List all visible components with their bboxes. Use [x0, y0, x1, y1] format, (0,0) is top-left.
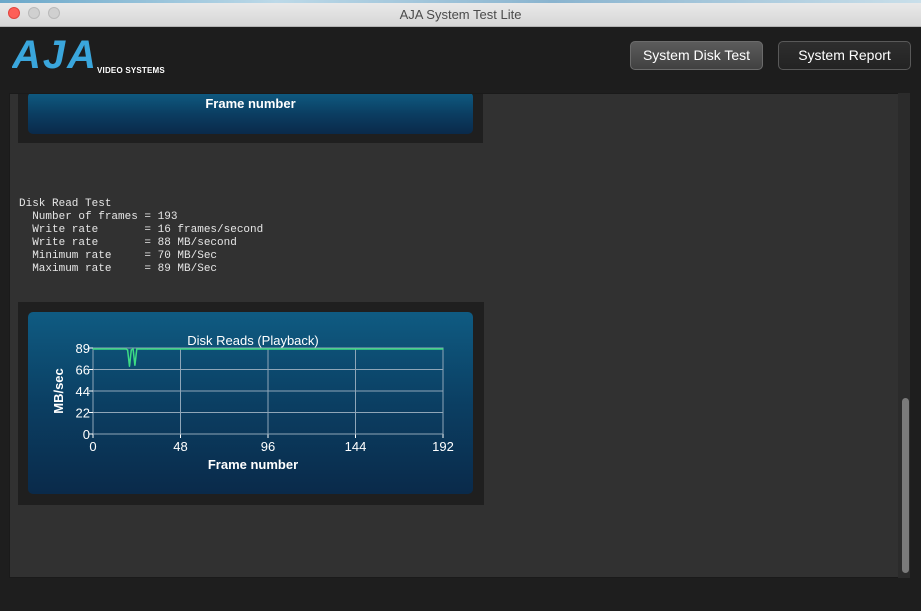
y-tick-label: 0: [83, 427, 90, 442]
report-line: Write rate = 16 frames/second: [19, 224, 264, 236]
app-window: AJA System Test Lite AJA VIDEO SYSTEMS S…: [0, 0, 921, 611]
report-line: Minimum rate = 70 MB/Sec: [19, 250, 218, 262]
read-chart-frame: Disk Reads (Playback) 0 48 96 144 192 89 66 44 22…: [18, 302, 484, 505]
read-chart: Disk Reads (Playback) 0 48 96 144 192 89 66 44 22…: [51, 333, 454, 472]
report-line: Number of frames = 193: [19, 211, 178, 223]
y-tick-label: 22: [76, 406, 90, 421]
results-scroll-area[interactable]: Frame number Disk Read Test Number of fr…: [9, 93, 910, 578]
data-point: [134, 364, 136, 366]
data-point: [92, 348, 94, 350]
scrollbar-thumb[interactable]: [902, 398, 909, 573]
x-tick-label: 192: [432, 439, 454, 454]
data-point: [442, 348, 444, 350]
x-axis-label: Frame number: [208, 457, 298, 472]
y-tick-label: 66: [76, 363, 90, 378]
data-point: [128, 365, 131, 367]
report-line: Write rate = 88 MB/second: [19, 237, 237, 249]
x-tick-label: 0: [89, 439, 96, 454]
y-tick-label: 89: [76, 341, 90, 356]
write-chart-x-label: Frame number: [205, 96, 296, 111]
system-disk-test-button[interactable]: System Disk Test: [630, 41, 763, 70]
data-point: [179, 348, 182, 350]
report-line: Maximum rate = 89 MB/Sec: [19, 263, 218, 275]
data-point: [130, 349, 132, 351]
y-tick-label: 44: [76, 384, 90, 399]
read-chart-panel: Disk Reads (Playback) 0 48 96 144 192 89 66 44 22…: [28, 312, 473, 494]
data-point: [267, 348, 269, 350]
x-tick-label: 96: [261, 439, 275, 454]
aja-logo-text: AJA: [12, 34, 98, 77]
x-tick-label: 144: [345, 439, 367, 454]
y-axis-label: MB/sec: [51, 368, 66, 414]
data-point: [132, 348, 134, 350]
x-tick-label: 48: [173, 439, 187, 454]
app-header: AJA VIDEO SYSTEMS System Disk Test Syste…: [0, 28, 921, 90]
data-point: [110, 348, 112, 350]
data-point: [147, 348, 149, 350]
write-chart-frame: Frame number: [18, 94, 483, 143]
report-title: Disk Read Test: [19, 198, 112, 210]
chart-title: Disk Reads (Playback): [187, 333, 319, 348]
write-chart-panel: Frame number: [28, 94, 473, 134]
data-point: [354, 348, 357, 350]
logo-subtitle: VIDEO SYSTEMS: [97, 66, 165, 75]
data-point: [125, 348, 127, 350]
title-bar: AJA System Test Lite: [0, 0, 921, 27]
data-point: [136, 348, 138, 350]
desktop-strip: [0, 0, 921, 3]
system-report-button[interactable]: System Report: [778, 41, 911, 70]
data-point: [127, 349, 129, 351]
window-title: AJA System Test Lite: [399, 7, 522, 22]
read-test-report: Disk Read Test Number of frames = 193 Wr…: [19, 198, 263, 276]
data-point: [137, 348, 140, 350]
